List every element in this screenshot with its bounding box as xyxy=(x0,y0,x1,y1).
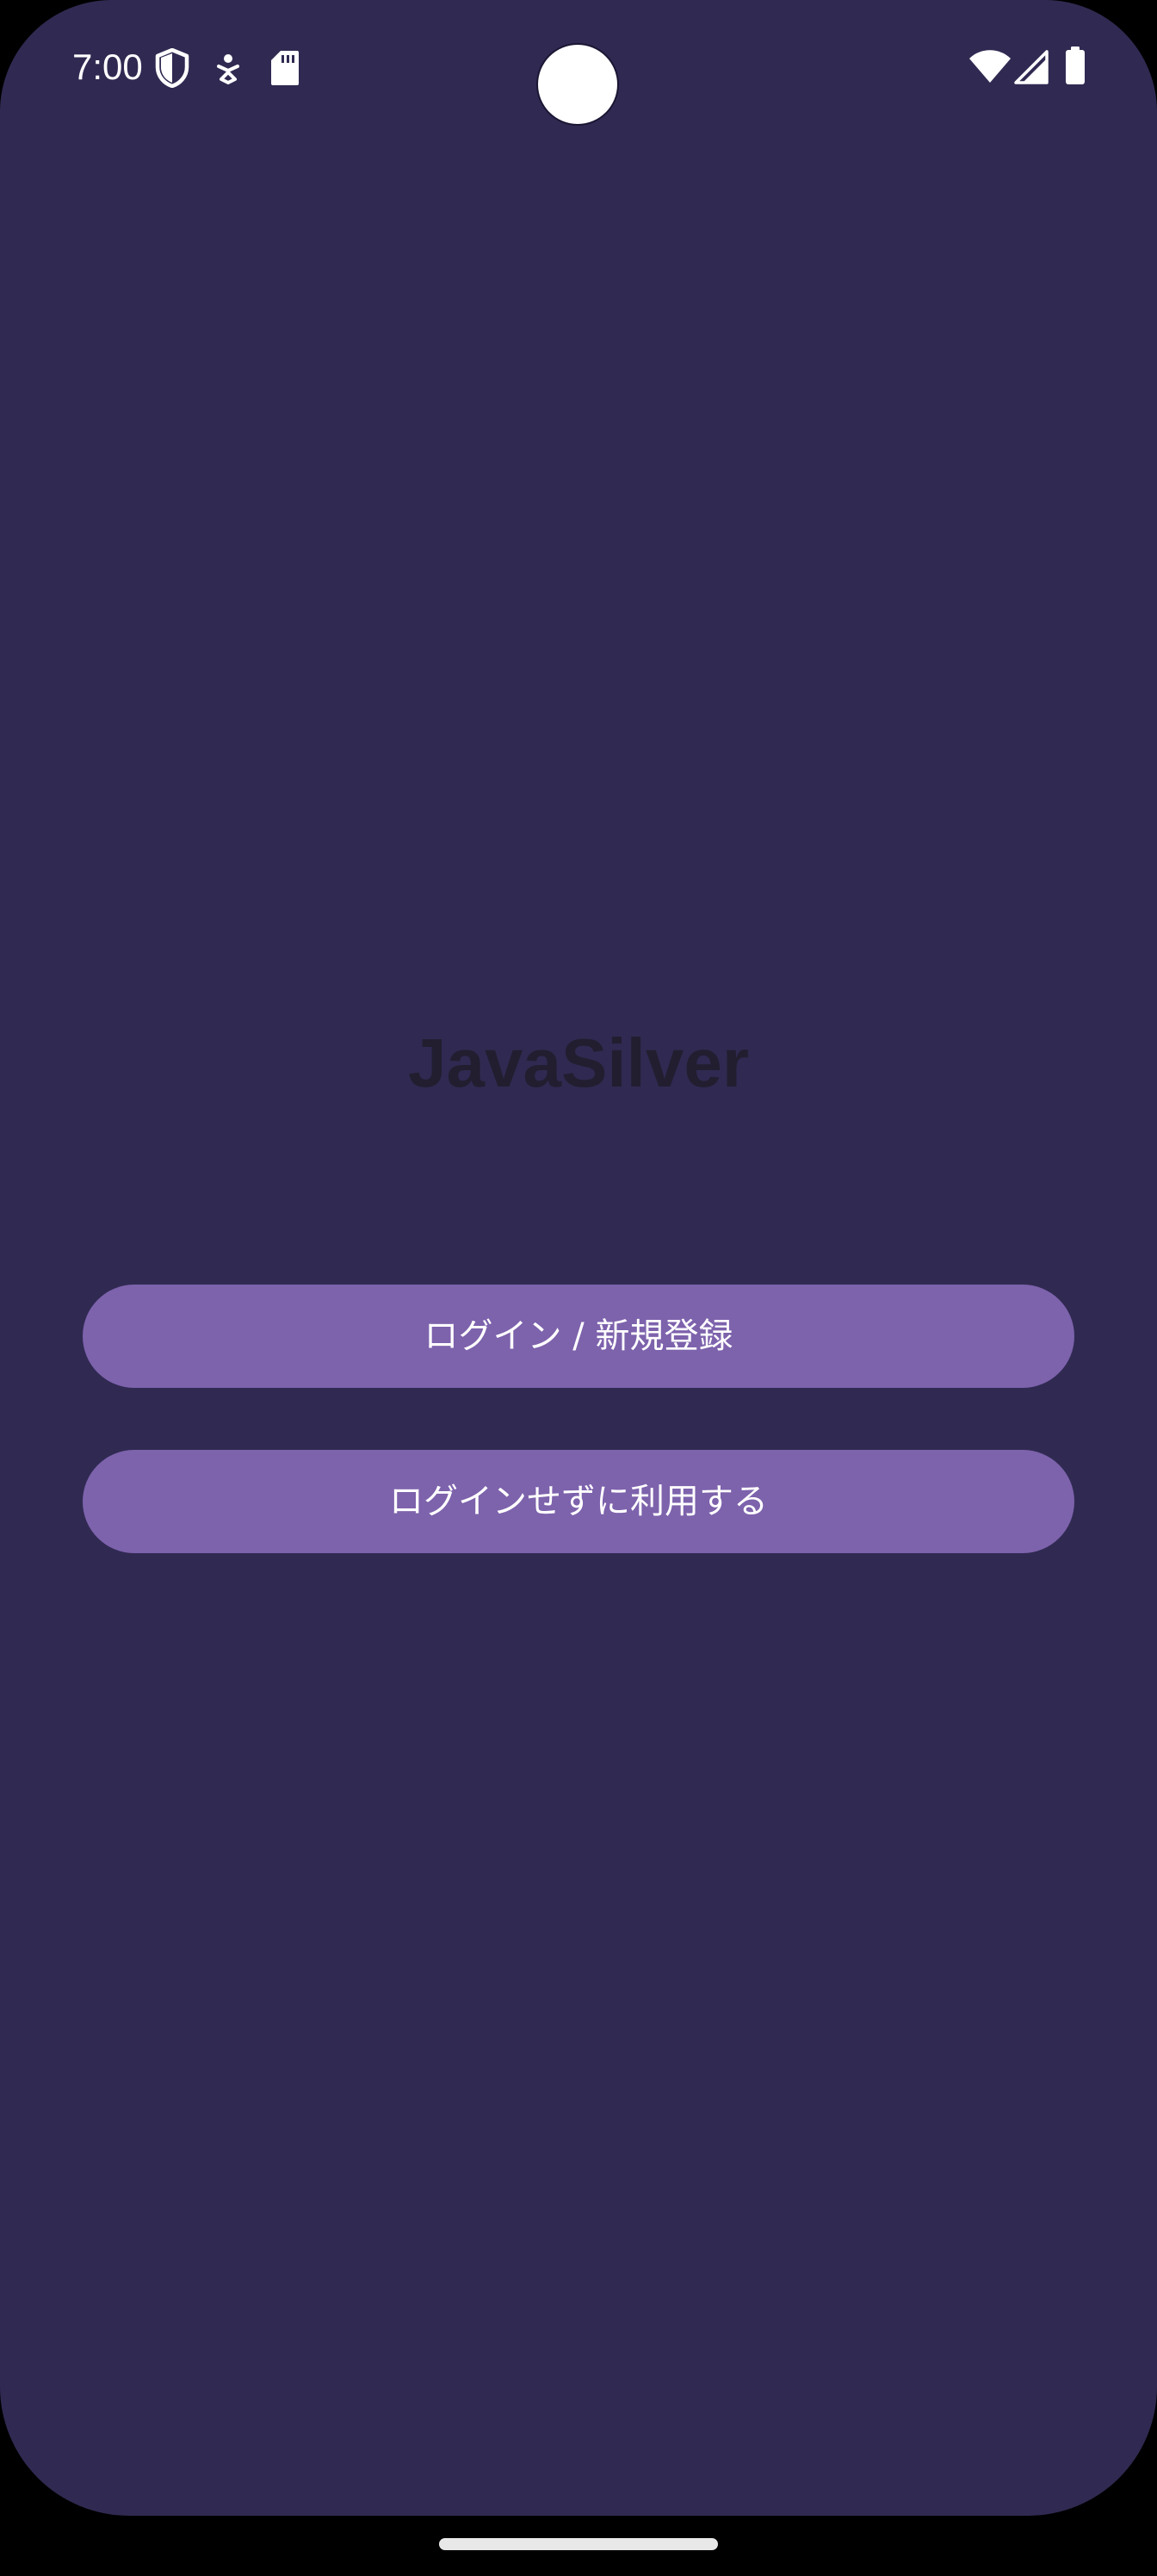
app-screen: 7:00 JavaSilver ログイン / 新規登録 ログインせずに利用する xyxy=(0,0,1157,2516)
continue-without-login-button[interactable]: ログインせずに利用する xyxy=(83,1450,1074,1553)
wifi-icon xyxy=(969,50,1011,83)
sd-card-icon xyxy=(271,51,299,85)
shield-icon xyxy=(155,48,189,88)
status-time: 7:00 xyxy=(72,46,143,87)
battery-icon xyxy=(1066,46,1085,84)
cellular-signal-icon xyxy=(1014,50,1049,84)
home-gesture-handle[interactable] xyxy=(439,2538,718,2550)
front-camera-cutout xyxy=(538,45,617,124)
login-register-button[interactable]: ログイン / 新規登録 xyxy=(83,1285,1074,1388)
app-title: JavaSilver xyxy=(408,1025,749,1101)
accessibility-icon xyxy=(217,54,239,84)
device-frame: 7:00 JavaSilver ログイン / 新規登録 ログインせずに利用する xyxy=(0,0,1157,2576)
